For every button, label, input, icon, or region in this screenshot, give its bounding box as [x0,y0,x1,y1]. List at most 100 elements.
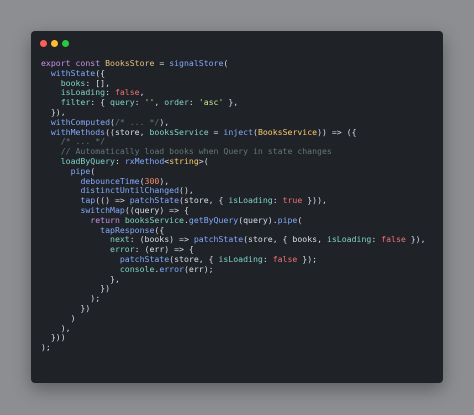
code-token: : [134,97,145,108]
code-token: 300 [144,175,160,186]
code-token: }) [41,283,111,294]
code-token: : [105,87,115,98]
code-token: (), [179,185,194,196]
code-token: = [154,58,170,68]
code-token: : [272,195,283,206]
code-token: isLoading [60,87,106,98]
code-token: ), [159,116,170,127]
code-token: query [110,97,135,108]
code-token: ( [223,58,229,68]
code-token: : [262,253,273,264]
code-token: }); [297,253,318,264]
code-token: }) [41,302,91,313]
code-token: : [], [85,77,111,88]
code-token: withState [50,67,96,78]
code-line: })) [41,332,437,343]
code-line: filter: { query: '', order: 'asc' }, [41,97,437,108]
code-token: booksService [149,126,209,137]
code-token: pipe [70,165,91,176]
close-dot[interactable] [40,40,47,47]
code-token: (store, { [169,253,219,264]
code-token: pipe [277,214,298,225]
code-token: patchState [193,234,244,245]
code-token: })) [41,332,66,343]
code-token: withComputed [50,116,111,127]
code-token: next [110,234,130,245]
code-token: ); [41,342,51,353]
code-token: ({ [154,224,165,235]
code-token: BooksService [257,126,318,137]
code-token: isLoading [228,195,273,206]
code-token: >( [198,155,209,166]
code-token: isLoading [218,253,263,264]
code-token: '' [144,97,155,108]
code-token: : (books) => [129,234,194,245]
code-token: loadByQuery [60,155,115,166]
code-token: export const [41,58,106,68]
code-token: false [272,253,298,264]
code-token: false [114,87,140,98]
minimize-dot[interactable] [51,40,58,47]
code-token: return [90,214,125,225]
code-token: : [114,155,125,166]
code-token: tap [80,195,96,206]
code-token: false [381,234,406,245]
code-line: }) [41,283,437,294]
code-token: // Automatically load books when Query i… [60,146,332,157]
code-token: }), [41,106,66,117]
code-token: isLoading [326,234,372,245]
code-token: , [139,87,145,98]
code-token: (query). [238,214,278,225]
code-token: }, [41,273,120,284]
code-token: BooksStore [105,58,155,68]
code-token: string [169,155,199,166]
code-token: (err); [183,263,214,274]
code-token: 'asc' [198,97,224,108]
window-controls [40,40,69,47]
code-token: true [282,195,303,206]
code-token: patchState [129,195,180,206]
code-token: ) [41,312,76,323]
code-token: withMethods [50,126,106,137]
code-token: ({ [95,67,106,78]
code-token: ( [90,165,96,176]
code-token: : [371,234,382,245]
code-token: inject [223,126,253,137]
code-token: rxMethod [124,155,165,166]
code-token: }, [223,97,239,108]
code-token: signalStore [169,58,224,68]
code-token: /* ... */ [114,116,160,127]
code-token: filter [60,97,91,108]
code-line: ); [41,342,437,353]
code-token: ), [159,175,170,186]
code-line: ), [41,322,437,334]
code-token: error [110,244,135,255]
code-line: ); [41,293,437,304]
code-token: order [164,97,189,108]
code-token: ((query) => { [124,204,189,215]
code-token: (() => [95,195,130,206]
code-token: error [159,263,184,274]
code-window: export const BooksStore = signalStore( w… [31,31,443,383]
maximize-dot[interactable] [62,40,69,47]
code-token: ( [297,214,303,225]
code-token: getByQuery [188,214,239,225]
code-token: : [188,97,199,108]
code-token: ), [41,322,71,333]
code-token: = [208,126,224,137]
code-token: }), [405,234,426,245]
